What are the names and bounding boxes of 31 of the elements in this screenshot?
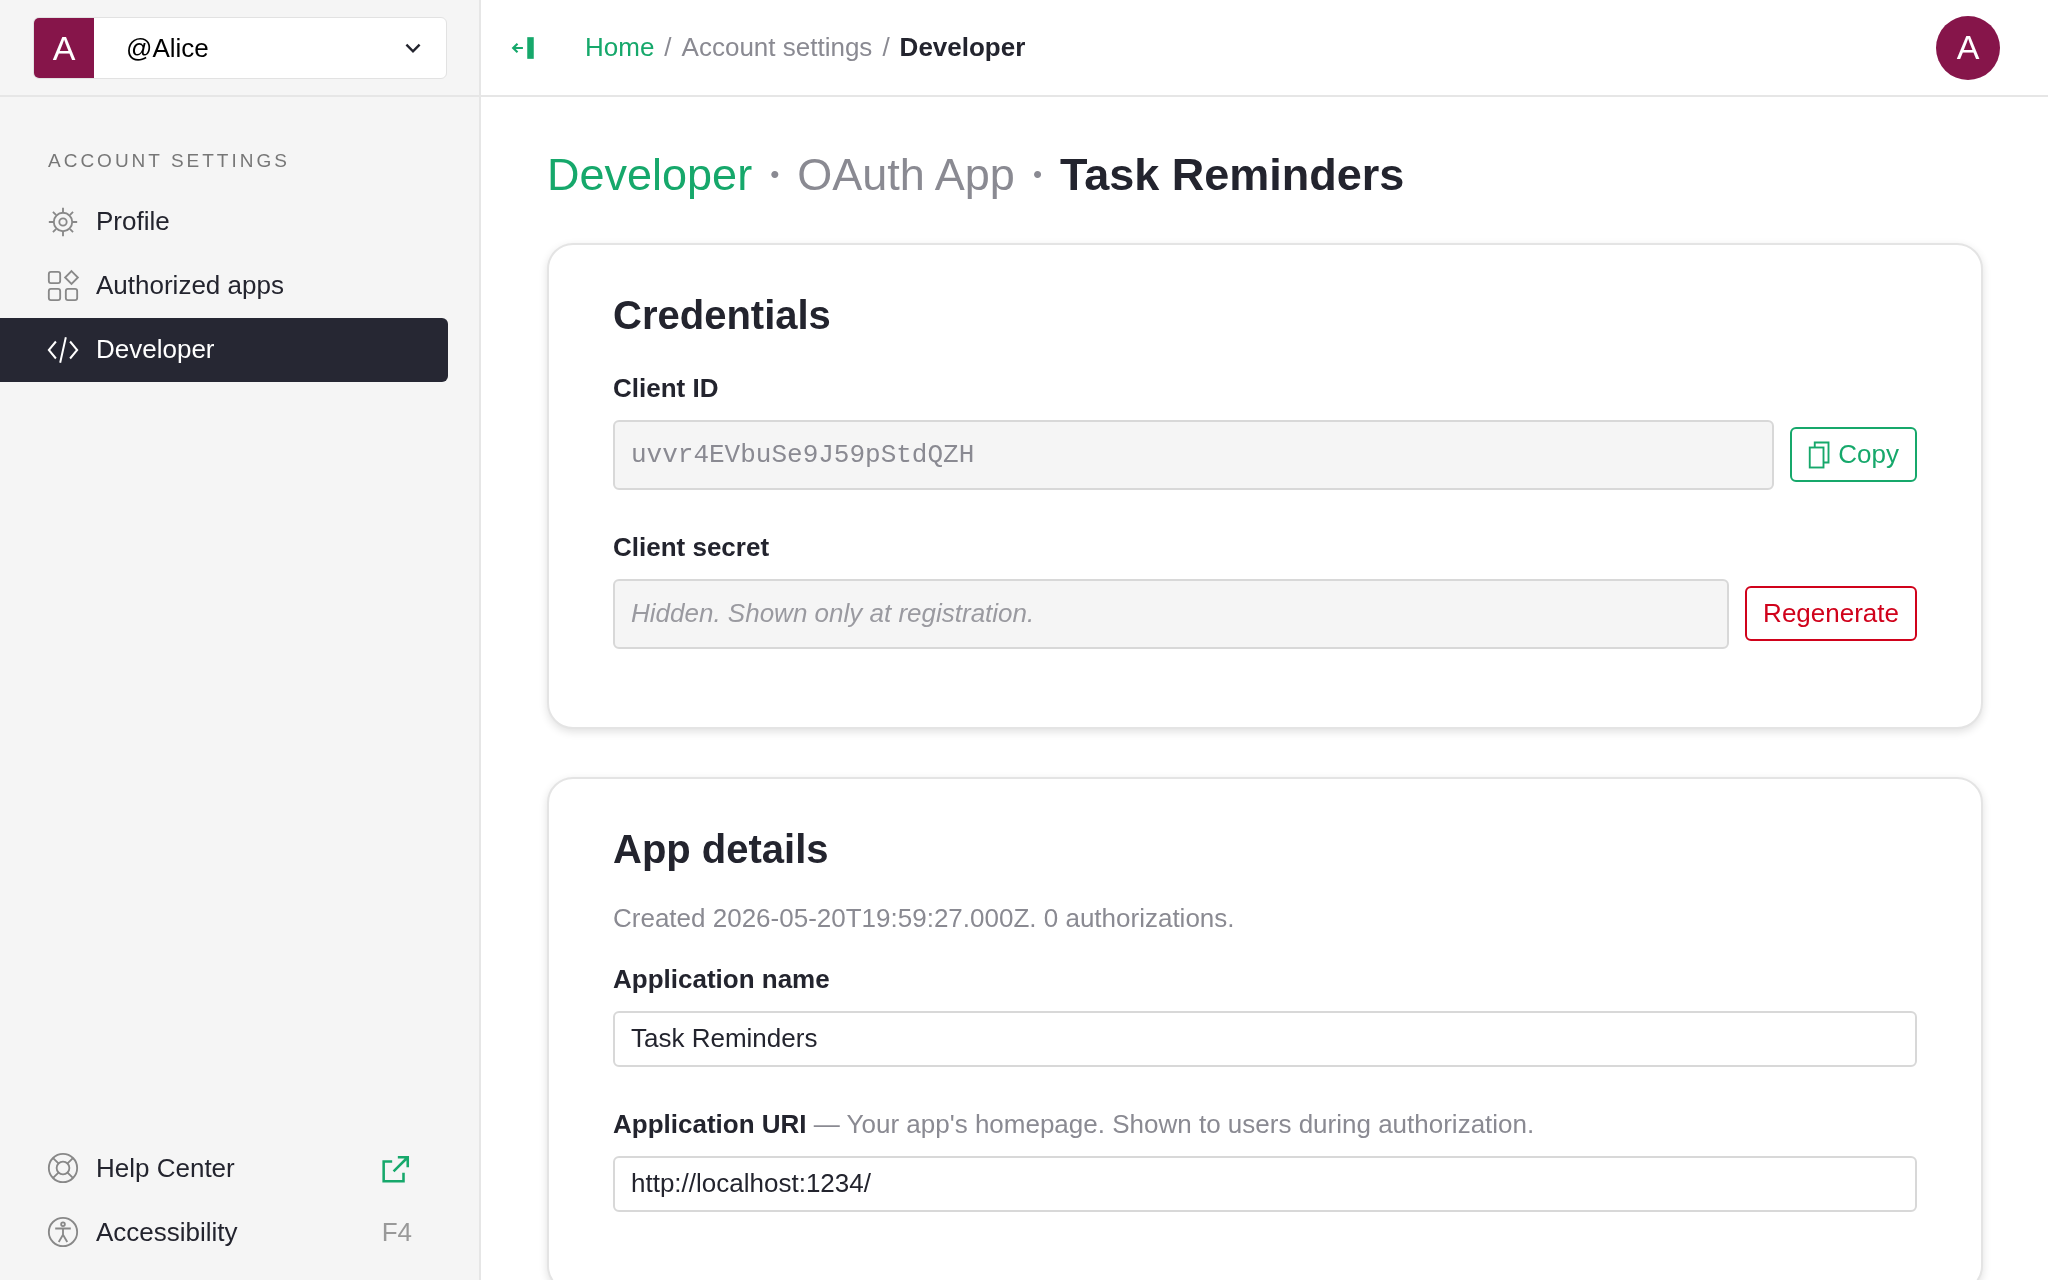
breadcrumb-current: Developer bbox=[899, 31, 1026, 64]
card-note: Created 2026-05-20T19:59:27.000Z. 0 authorizations. bbox=[613, 901, 1236, 935]
sidebar-item[interactable]: Profile bbox=[0, 189, 448, 254]
field-hint: — Your app's homepage. Shown to users during authorization. bbox=[813, 1108, 1535, 1139]
input-field[interactable]: http://localhost:1234/ bbox=[613, 1155, 1917, 1212]
field-label: Application name bbox=[613, 962, 831, 996]
breadcrumb-separator: / bbox=[882, 31, 890, 64]
title-separator: • bbox=[770, 158, 780, 192]
input-field[interactable]: Task Reminders bbox=[613, 1010, 1917, 1067]
user-avatar[interactable]: A bbox=[1936, 15, 2000, 80]
accessibility-icon bbox=[46, 1215, 80, 1249]
card-title: App details bbox=[613, 825, 830, 873]
field-label: Client ID bbox=[613, 371, 720, 405]
collapse-sidebar-icon[interactable] bbox=[511, 34, 537, 61]
card-title: Credentials bbox=[613, 291, 832, 339]
title-separator: • bbox=[1032, 158, 1042, 192]
sidebar-heading: ACCOUNT SETTINGS bbox=[48, 149, 291, 173]
sidebar-item[interactable]: Developer bbox=[0, 317, 448, 382]
field-label: Application URI bbox=[613, 1108, 807, 1139]
title-current: Task Reminders bbox=[1060, 148, 1405, 202]
sidebar-link[interactable]: Help Center bbox=[0, 1136, 448, 1200]
shortcut-hint: F4 bbox=[381, 1215, 412, 1249]
apps-icon bbox=[46, 268, 80, 303]
sidebar-link[interactable]: Accessibility F4 bbox=[0, 1200, 448, 1264]
sidebar-item[interactable]: Authorized apps bbox=[0, 253, 448, 318]
breadcrumb-separator: / bbox=[664, 31, 672, 64]
breadcrumb-item: Account settings bbox=[681, 31, 873, 64]
title-item: OAuth App bbox=[797, 148, 1015, 202]
lifebuoy-icon bbox=[46, 1151, 80, 1185]
account-switcher[interactable]: A @Alice bbox=[33, 17, 447, 79]
field-label: Client secret bbox=[613, 530, 771, 564]
